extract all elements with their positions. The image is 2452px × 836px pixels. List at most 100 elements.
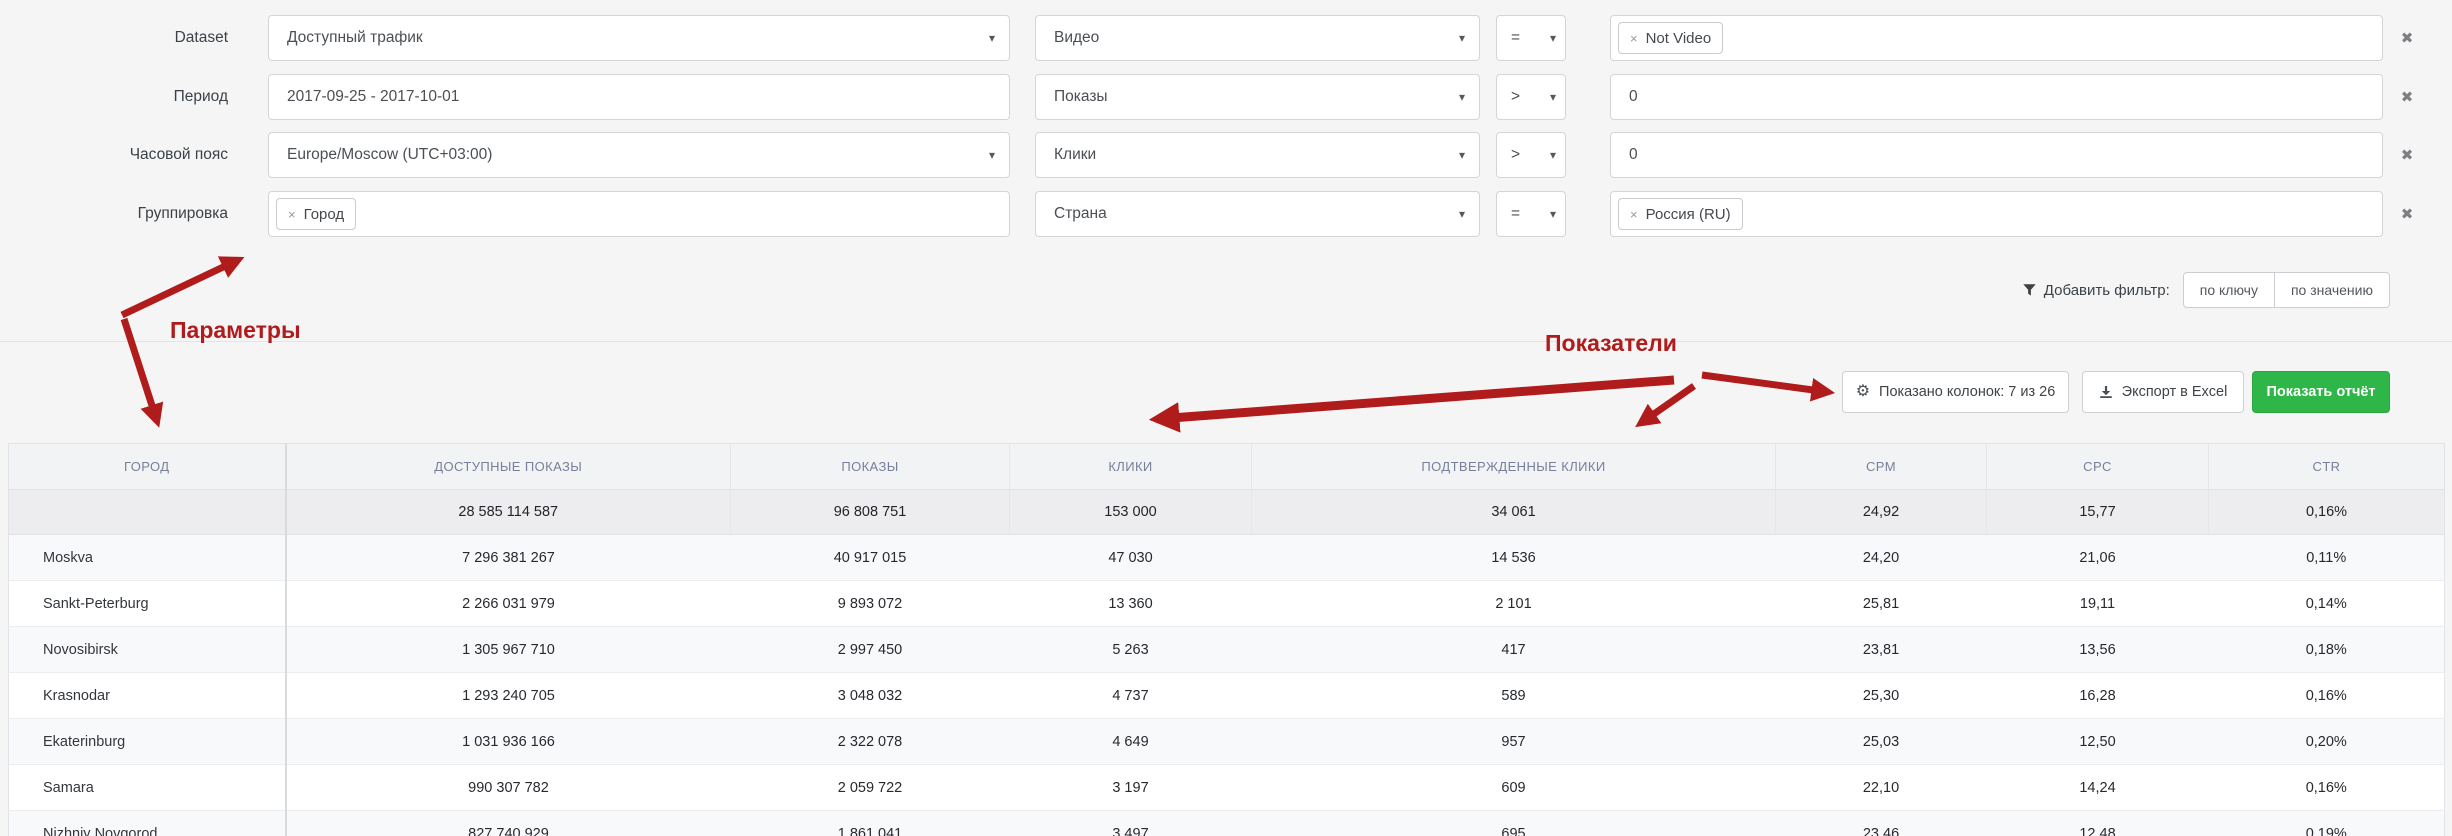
column-header-4[interactable]: КЛИКИ	[1010, 444, 1252, 490]
value-cell: 0,14%	[2209, 581, 2445, 627]
arrow-to-columns-button	[1702, 375, 1828, 392]
filter-operator-select-2[interactable]: >▾	[1496, 74, 1566, 120]
value-cell: 5 263	[1010, 627, 1252, 673]
value-cell: 4 649	[1010, 719, 1252, 765]
value-cell: 2 997 450	[731, 627, 1010, 673]
filter-value-1-tag-label: Not Video	[1646, 30, 1712, 47]
table-row: Krasnodar1 293 240 7053 048 0324 7375892…	[9, 673, 2445, 719]
period-input[interactable]: 2017-09-25 - 2017-10-01	[268, 74, 1010, 120]
value-cell: 609	[1252, 765, 1776, 811]
city-cell: Krasnodar	[9, 673, 286, 719]
funnel-icon	[2023, 284, 2036, 297]
value-cell: 0,11%	[2209, 535, 2445, 581]
value-cell: 3 197	[1010, 765, 1252, 811]
add-filter-by-value-button[interactable]: по значению	[2274, 272, 2390, 308]
totals-cell: 96 808 751	[731, 490, 1010, 535]
filter-remove-button-3[interactable]: ✖	[2392, 132, 2422, 178]
filter-value-field-3[interactable]: 0	[1610, 132, 2383, 178]
annotation-parameters: Параметры	[170, 317, 301, 344]
value-cell: 2 322 078	[731, 719, 1010, 765]
table-row: Samara990 307 7822 059 7223 19760922,101…	[9, 765, 2445, 811]
export-excel-label: Экспорт в Excel	[2122, 384, 2228, 400]
grouping-tag-remove-icon[interactable]: ×	[288, 208, 296, 221]
filter-value-field-2[interactable]: 0	[1610, 74, 2383, 120]
value-cell: 0,18%	[2209, 627, 2445, 673]
value-cell: 0,16%	[2209, 765, 2445, 811]
filter-operator-select-1[interactable]: =▾	[1496, 15, 1566, 61]
value-cell: 13,56	[1987, 627, 2209, 673]
timezone-select[interactable]: Europe/Moscow (UTC+03:00)▾	[268, 132, 1010, 178]
filter-remove-button-1[interactable]: ✖	[2392, 15, 2422, 61]
export-excel-button[interactable]: Экспорт в Excel	[2082, 371, 2244, 413]
show-report-button[interactable]: Показать отчёт	[2252, 371, 2390, 413]
table-header-row: ГОРОДДОСТУПНЫЕ ПОКАЗЫПОКАЗЫКЛИКИПОДТВЕРЖ…	[9, 444, 2445, 490]
table-row: Moskva7 296 381 26740 917 01547 03014 53…	[9, 535, 2445, 581]
field-value: >	[1497, 146, 1520, 164]
value-cell: 2 059 722	[731, 765, 1010, 811]
value-cell: 21,06	[1987, 535, 2209, 581]
table-row: Nizhniy Novgorod827 740 9291 861 0413 49…	[9, 811, 2445, 836]
city-cell: Moskva	[9, 535, 286, 581]
field-value: Видео	[1036, 29, 1099, 47]
field-value: Показы	[1036, 88, 1108, 106]
arrow-to-confirmed-clicks-column	[1641, 386, 1694, 423]
filter-metric-select-4[interactable]: Страна▾	[1035, 191, 1480, 237]
add-filter-by-key-button[interactable]: по ключу	[2183, 272, 2275, 308]
field-value: Доступный трафик	[269, 29, 423, 47]
section-divider	[0, 341, 2452, 342]
shown-columns-button[interactable]: ⚙ Показано колонок: 7 из 26	[1842, 371, 2069, 413]
value-cell: 9 893 072	[731, 581, 1010, 627]
totals-cell: 15,77	[1987, 490, 2209, 535]
field-value: Europe/Moscow (UTC+03:00)	[269, 146, 492, 164]
value-cell: 3 048 032	[731, 673, 1010, 719]
value-cell: 14,24	[1987, 765, 2209, 811]
filter-remove-button-2[interactable]: ✖	[2392, 74, 2422, 120]
grouping-tag-label: Город	[304, 206, 345, 223]
grouping-tag: × Город	[276, 198, 356, 230]
value-cell: 16,28	[1987, 673, 2209, 719]
gear-icon: ⚙	[1856, 384, 1870, 400]
value-cell: 1 031 936 166	[286, 719, 731, 765]
column-header-8[interactable]: CTR	[2209, 444, 2445, 490]
field-value: 0	[1611, 146, 1638, 164]
column-header-7[interactable]: CPC	[1987, 444, 2209, 490]
value-cell: 23,81	[1776, 627, 1987, 673]
filter-value-1-tag-remove-icon[interactable]: ×	[1630, 32, 1638, 45]
value-cell: 12,50	[1987, 719, 2209, 765]
value-cell: 695	[1252, 811, 1776, 836]
arrow-to-clicks-column	[1158, 380, 1674, 419]
totals-cell	[9, 490, 286, 535]
dataset-select[interactable]: Доступный трафик▾	[268, 15, 1010, 61]
value-cell: 0,19%	[2209, 811, 2445, 836]
filter-operator-select-4[interactable]: =▾	[1496, 191, 1566, 237]
caret-down-icon: ▾	[1459, 133, 1465, 177]
column-header-5[interactable]: ПОДТВЕРЖДЕННЫЕ КЛИКИ	[1252, 444, 1776, 490]
filter-value-4-tag-label: Россия (RU)	[1646, 206, 1731, 223]
column-header-6[interactable]: CPM	[1776, 444, 1987, 490]
table-row: Ekaterinburg1 031 936 1662 322 0784 6499…	[9, 719, 2445, 765]
value-cell: 25,30	[1776, 673, 1987, 719]
filter-metric-select-3[interactable]: Клики▾	[1035, 132, 1480, 178]
city-cell: Nizhniy Novgorod	[9, 811, 286, 836]
filter-value-field-1[interactable]: × Not Video	[1610, 15, 2383, 61]
filter-metric-select-2[interactable]: Показы▾	[1035, 74, 1480, 120]
value-cell: 0,16%	[2209, 673, 2445, 719]
filter-operator-select-3[interactable]: >▾	[1496, 132, 1566, 178]
value-cell: 827 740 929	[286, 811, 731, 836]
value-cell: 40 917 015	[731, 535, 1010, 581]
filter-value-4-tag-remove-icon[interactable]: ×	[1630, 208, 1638, 221]
filter-label-dataset: Dataset	[0, 15, 228, 61]
value-cell: 0,20%	[2209, 719, 2445, 765]
filter-remove-button-4[interactable]: ✖	[2392, 191, 2422, 237]
filter-metric-select-1[interactable]: Видео▾	[1035, 15, 1480, 61]
totals-cell: 28 585 114 587	[286, 490, 731, 535]
filter-value-field-4[interactable]: × Россия (RU)	[1610, 191, 2383, 237]
grouping-tags-field[interactable]: × Город	[268, 191, 1010, 237]
value-cell: 4 737	[1010, 673, 1252, 719]
show-report-label: Показать отчёт	[2266, 384, 2375, 400]
column-header-3[interactable]: ПОКАЗЫ	[731, 444, 1010, 490]
value-cell: 12,48	[1987, 811, 2209, 836]
column-header-1[interactable]: ГОРОД	[9, 444, 286, 490]
arrow-to-grouping-field	[122, 260, 238, 315]
column-header-2[interactable]: ДОСТУПНЫЕ ПОКАЗЫ	[286, 444, 731, 490]
